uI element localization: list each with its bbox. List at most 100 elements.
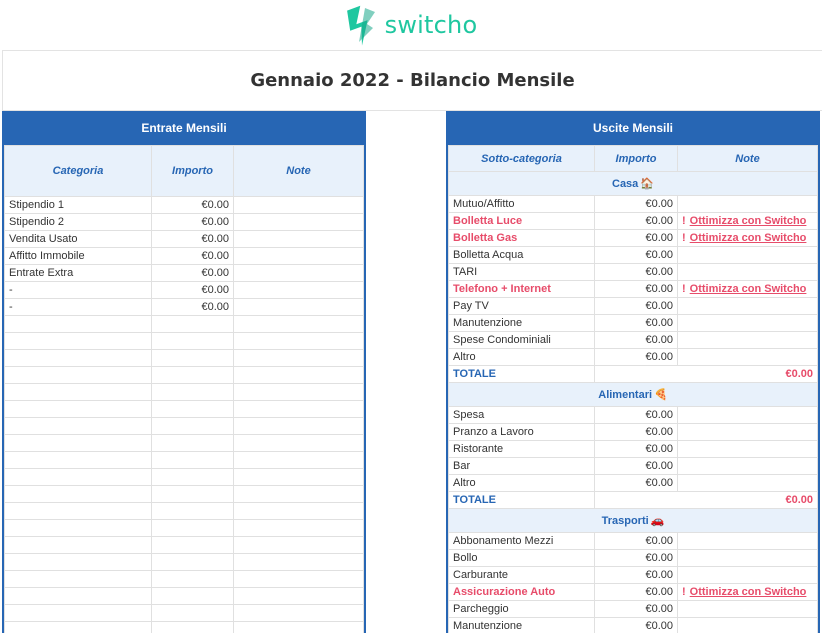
expense-note[interactable] bbox=[677, 314, 818, 332]
optimize-link[interactable]: ! Ottimizza con Switcho bbox=[682, 215, 806, 227]
empty-cell[interactable] bbox=[233, 468, 364, 486]
expense-subcategory[interactable]: Bollo bbox=[448, 549, 595, 567]
optimize-link[interactable]: ! Ottimizza con Switcho bbox=[682, 283, 806, 295]
empty-cell[interactable] bbox=[151, 485, 234, 503]
empty-cell[interactable] bbox=[4, 604, 152, 622]
empty-cell[interactable] bbox=[4, 587, 152, 605]
expense-subcategory[interactable]: Spese Condominiali bbox=[448, 331, 595, 349]
income-amount[interactable]: €0.00 bbox=[151, 298, 234, 316]
expense-subcategory[interactable]: Carburante bbox=[448, 566, 595, 584]
expense-subcategory[interactable]: Manutenzione bbox=[448, 617, 595, 633]
empty-cell[interactable] bbox=[151, 434, 234, 452]
empty-cell[interactable] bbox=[151, 570, 234, 588]
empty-cell[interactable] bbox=[233, 400, 364, 418]
empty-cell[interactable] bbox=[4, 366, 152, 384]
empty-cell[interactable] bbox=[233, 383, 364, 401]
expense-amount[interactable]: €0.00 bbox=[594, 280, 678, 298]
empty-cell[interactable] bbox=[233, 366, 364, 384]
expense-note[interactable]: ! Ottimizza con Switcho bbox=[677, 583, 818, 601]
expense-amount[interactable]: €0.00 bbox=[594, 229, 678, 247]
expense-amount[interactable]: €0.00 bbox=[594, 549, 678, 567]
empty-cell[interactable] bbox=[151, 587, 234, 605]
expense-subcategory[interactable]: Abbonamento Mezzi bbox=[448, 532, 595, 550]
expense-amount[interactable]: €0.00 bbox=[594, 406, 678, 424]
expense-amount[interactable]: €0.00 bbox=[594, 212, 678, 230]
income-category[interactable]: Stipendio 1 bbox=[4, 196, 152, 214]
empty-cell[interactable] bbox=[233, 519, 364, 537]
empty-cell[interactable] bbox=[4, 502, 152, 520]
expense-amount[interactable]: €0.00 bbox=[594, 457, 678, 475]
empty-cell[interactable] bbox=[151, 383, 234, 401]
empty-cell[interactable] bbox=[4, 621, 152, 633]
empty-cell[interactable] bbox=[151, 400, 234, 418]
income-note[interactable] bbox=[233, 264, 364, 282]
empty-cell[interactable] bbox=[151, 315, 234, 333]
empty-cell[interactable] bbox=[4, 434, 152, 452]
empty-cell[interactable] bbox=[4, 468, 152, 486]
income-category[interactable]: Affitto Immobile bbox=[4, 247, 152, 265]
empty-cell[interactable] bbox=[151, 519, 234, 537]
empty-cell[interactable] bbox=[233, 553, 364, 571]
expense-note[interactable] bbox=[677, 195, 818, 213]
expense-amount[interactable]: €0.00 bbox=[594, 195, 678, 213]
expense-note[interactable] bbox=[677, 331, 818, 349]
empty-cell[interactable] bbox=[233, 587, 364, 605]
expense-subcategory[interactable]: Bar bbox=[448, 457, 595, 475]
optimize-link[interactable]: ! Ottimizza con Switcho bbox=[682, 232, 806, 244]
income-note[interactable] bbox=[233, 298, 364, 316]
expense-note[interactable] bbox=[677, 566, 818, 584]
empty-cell[interactable] bbox=[4, 417, 152, 435]
expense-amount[interactable]: €0.00 bbox=[594, 297, 678, 315]
expense-note[interactable] bbox=[677, 348, 818, 366]
empty-cell[interactable] bbox=[233, 621, 364, 633]
expense-amount[interactable]: €0.00 bbox=[594, 617, 678, 633]
income-note[interactable] bbox=[233, 281, 364, 299]
expense-note[interactable] bbox=[677, 457, 818, 475]
empty-cell[interactable] bbox=[233, 332, 364, 350]
expense-subcategory[interactable]: Parcheggio bbox=[448, 600, 595, 618]
income-category[interactable]: - bbox=[4, 298, 152, 316]
income-amount[interactable]: €0.00 bbox=[151, 196, 234, 214]
empty-cell[interactable] bbox=[151, 349, 234, 367]
empty-cell[interactable] bbox=[233, 417, 364, 435]
income-note[interactable] bbox=[233, 196, 364, 214]
expense-subcategory[interactable]: TARI bbox=[448, 263, 595, 281]
empty-cell[interactable] bbox=[4, 536, 152, 554]
expense-note[interactable] bbox=[677, 423, 818, 441]
expense-note[interactable]: ! Ottimizza con Switcho bbox=[677, 212, 818, 230]
empty-cell[interactable] bbox=[233, 536, 364, 554]
income-amount[interactable]: €0.00 bbox=[151, 281, 234, 299]
expense-amount[interactable]: €0.00 bbox=[594, 474, 678, 492]
expense-note[interactable] bbox=[677, 549, 818, 567]
income-amount[interactable]: €0.00 bbox=[151, 247, 234, 265]
empty-cell[interactable] bbox=[233, 349, 364, 367]
empty-cell[interactable] bbox=[151, 332, 234, 350]
empty-cell[interactable] bbox=[151, 536, 234, 554]
expense-amount[interactable]: €0.00 bbox=[594, 440, 678, 458]
income-amount[interactable]: €0.00 bbox=[151, 230, 234, 248]
expense-amount[interactable]: €0.00 bbox=[594, 263, 678, 281]
expense-amount[interactable]: €0.00 bbox=[594, 314, 678, 332]
expense-amount[interactable]: €0.00 bbox=[594, 600, 678, 618]
expense-note[interactable] bbox=[677, 600, 818, 618]
expense-subcategory[interactable]: Altro bbox=[448, 348, 595, 366]
empty-cell[interactable] bbox=[151, 553, 234, 571]
expense-subcategory[interactable]: Ristorante bbox=[448, 440, 595, 458]
empty-cell[interactable] bbox=[151, 366, 234, 384]
empty-cell[interactable] bbox=[4, 349, 152, 367]
income-note[interactable] bbox=[233, 247, 364, 265]
empty-cell[interactable] bbox=[151, 621, 234, 633]
empty-cell[interactable] bbox=[4, 315, 152, 333]
expense-note[interactable]: ! Ottimizza con Switcho bbox=[677, 280, 818, 298]
empty-cell[interactable] bbox=[4, 485, 152, 503]
empty-cell[interactable] bbox=[4, 519, 152, 537]
expense-note[interactable] bbox=[677, 440, 818, 458]
empty-cell[interactable] bbox=[4, 570, 152, 588]
expense-subcategory[interactable]: Bolletta Luce bbox=[448, 212, 595, 230]
empty-cell[interactable] bbox=[4, 553, 152, 571]
expense-subcategory[interactable]: Mutuo/Affitto bbox=[448, 195, 595, 213]
empty-cell[interactable] bbox=[151, 451, 234, 469]
empty-cell[interactable] bbox=[233, 570, 364, 588]
expense-note[interactable] bbox=[677, 246, 818, 264]
expense-subcategory[interactable]: Pay TV bbox=[448, 297, 595, 315]
